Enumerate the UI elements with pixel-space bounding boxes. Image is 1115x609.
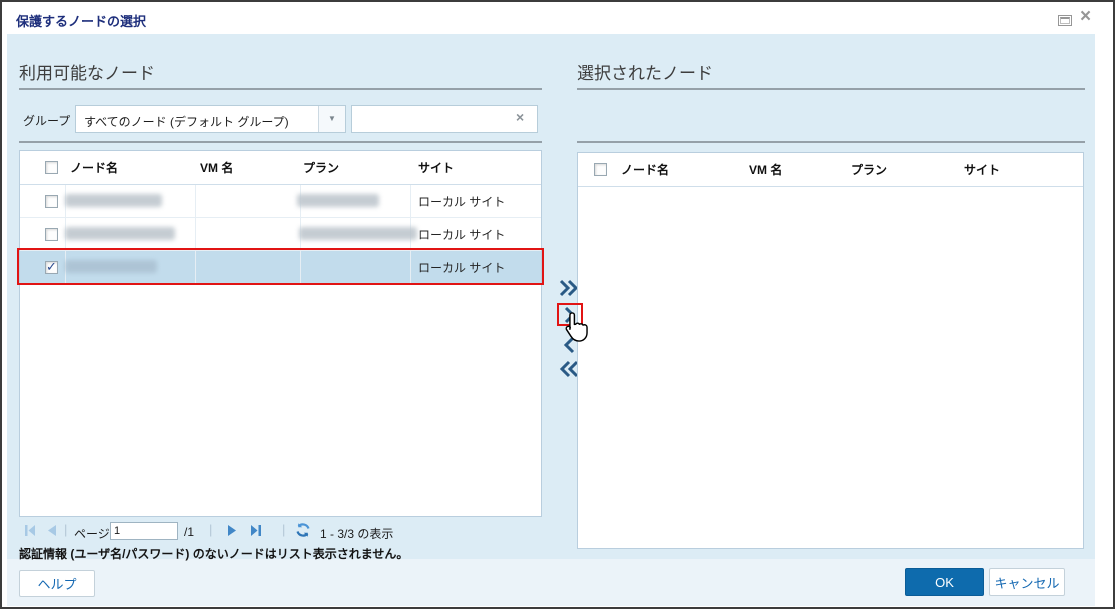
pagination-separator: | [282, 522, 286, 537]
column-header-plan[interactable]: プラン [843, 153, 956, 186]
selected-nodes-table: ノード名 VM 名 プラン サイト [577, 152, 1084, 549]
group-dropdown-button[interactable]: ▼ [318, 106, 345, 132]
previous-page-button[interactable] [46, 524, 57, 537]
row-checkbox-checked[interactable] [45, 259, 58, 275]
available-nodes-heading: 利用可能なノード [19, 64, 155, 83]
row-checkbox[interactable] [45, 227, 58, 241]
vm-name-cell [196, 251, 301, 283]
group-dropdown-value: すべてのノード (デフォルト グループ) [84, 115, 289, 129]
available-heading-rule [19, 88, 542, 90]
first-page-button[interactable] [24, 524, 37, 537]
page-number-input[interactable] [110, 522, 178, 540]
help-button[interactable]: ヘルプ [19, 570, 95, 597]
vm-name-cell [196, 218, 301, 250]
refresh-icon[interactable] [295, 522, 311, 538]
pagination-separator: | [64, 522, 68, 537]
last-page-button[interactable] [249, 524, 262, 537]
cursor-pointer-icon [565, 312, 588, 342]
plan-cell [301, 251, 411, 283]
vm-name-cell [196, 185, 301, 217]
page-label: ページ [74, 527, 110, 541]
cancel-button[interactable]: キャンセル [989, 568, 1065, 596]
clear-filter-icon[interactable]: × [516, 110, 524, 124]
group-label: グループ [23, 114, 71, 128]
pagination-separator: | [209, 522, 213, 537]
next-page-button[interactable] [227, 524, 238, 537]
site-cell: ローカル サイト [418, 194, 506, 209]
site-cell: ローカル サイト [418, 227, 506, 242]
restore-window-icon[interactable] [1058, 15, 1072, 26]
row-checkbox[interactable] [45, 194, 58, 208]
redacted-node-name [65, 194, 162, 207]
range-display-text: 1 - 3/3 の表示 [320, 527, 394, 541]
available-panel-rule [19, 141, 542, 143]
column-header-site[interactable]: サイト [956, 153, 1083, 186]
redacted-plan [299, 227, 417, 240]
redacted-node-name [65, 227, 175, 240]
close-icon[interactable]: × [1080, 6, 1091, 28]
column-header-site[interactable]: サイト [411, 151, 541, 184]
column-header-node-name[interactable]: ノード名 [66, 151, 196, 184]
page-total: /1 [184, 525, 195, 539]
column-header-vm-name[interactable]: VM 名 [741, 153, 843, 186]
group-dropdown[interactable]: すべてのノード (デフォルト グループ) ▼ [75, 105, 346, 133]
redacted-plan [297, 194, 379, 207]
selected-table-header: ノード名 VM 名 プラン サイト [578, 153, 1083, 187]
column-header-plan[interactable]: プラン [301, 151, 411, 184]
filter-input[interactable] [351, 105, 538, 133]
column-header-vm-name[interactable]: VM 名 [196, 151, 301, 184]
select-all-selected-checkbox[interactable] [594, 163, 607, 176]
chevron-down-icon: ▼ [328, 114, 336, 123]
selected-heading-rule [577, 88, 1085, 90]
ok-button[interactable]: OK [905, 568, 984, 596]
credentials-note: 認証情報 (ユーザ名/パスワード) のないノードはリスト表示されません。 [19, 547, 409, 561]
redacted-node-name [65, 260, 157, 273]
select-nodes-dialog: 保護するノードの選択 × 利用可能なノード グループ すべてのノード (デフォル… [0, 0, 1115, 609]
column-header-node-name[interactable]: ノード名 [613, 153, 741, 186]
selected-nodes-heading: 選択されたノード [577, 64, 713, 83]
dialog-title: 保護するノードの選択 [16, 14, 147, 29]
select-all-available-checkbox[interactable] [45, 161, 58, 174]
site-cell: ローカル サイト [418, 260, 506, 275]
selected-panel-rule [577, 141, 1085, 143]
available-table-header: ノード名 VM 名 プラン サイト [20, 151, 541, 185]
